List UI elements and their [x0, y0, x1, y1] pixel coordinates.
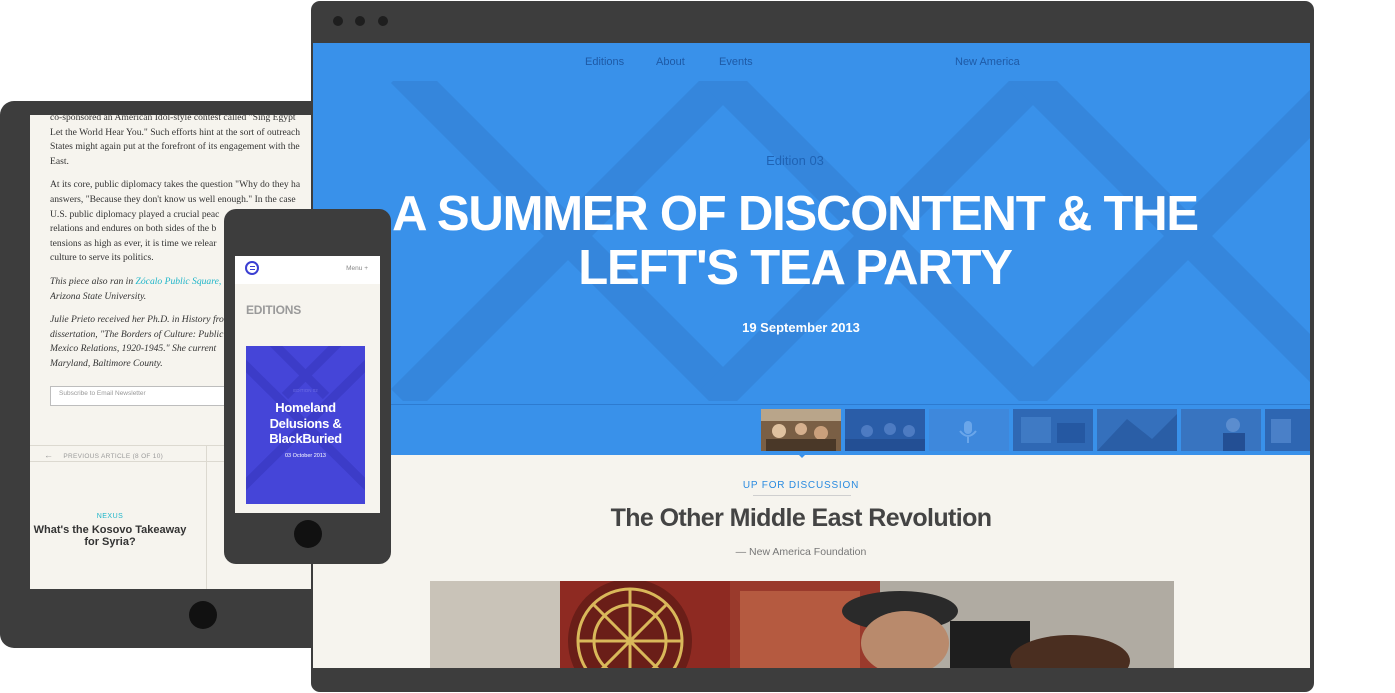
thumbnail[interactable]	[929, 409, 1009, 451]
nav-events[interactable]: Events	[719, 56, 753, 68]
divider	[206, 445, 207, 589]
zocalo-link[interactable]: Zócalo Public Square,	[136, 276, 222, 287]
article-paragraph: co-sponsored an American Idol-style cont…	[50, 115, 301, 167]
article-byline: — New America Foundation	[735, 546, 867, 558]
previous-article-link[interactable]: ← PREVIOUS ARTICLE (8 OF 10)	[44, 450, 163, 460]
arrow-left-icon: ←	[44, 450, 54, 460]
hero-headline: A SUMMER OF DISCONTENT & THE LEFT'S TEA …	[392, 187, 1199, 295]
window-dot	[378, 16, 388, 26]
window-dot	[355, 16, 365, 26]
thumbnail[interactable]	[1181, 409, 1261, 451]
photo-thumbnail	[761, 409, 841, 451]
home-button[interactable]	[294, 520, 322, 548]
card-kicker: EDITION 02	[293, 388, 318, 393]
divider	[753, 495, 851, 496]
article-thumbnail-strip	[313, 404, 1310, 455]
active-thumbnail-pointer	[797, 453, 807, 458]
thumbnail[interactable]	[845, 409, 925, 451]
card-date: 03 October 2013	[285, 453, 326, 459]
thumbnail-active[interactable]	[761, 409, 841, 451]
edition-card[interactable]: EDITION 02 Homeland Delusions & BlackBur…	[246, 346, 365, 504]
nav-new-america[interactable]: New America	[955, 56, 1020, 68]
edition-label: Edition 03	[766, 153, 824, 168]
photo-image	[430, 581, 1174, 668]
photo-thumbnail	[1265, 409, 1310, 451]
thumbnail[interactable]	[1097, 409, 1177, 451]
thumbnail[interactable]	[1265, 409, 1310, 451]
article-title[interactable]: The Other Middle East Revolution	[313, 504, 1289, 533]
related-kicker: NEXUS	[96, 513, 124, 520]
newsletter-input[interactable]: Subscribe to Email Newsletter	[50, 386, 250, 406]
nav-about[interactable]: About	[656, 56, 685, 68]
nav-editions[interactable]: Editions	[585, 56, 624, 68]
mobile-header: Menu +	[235, 256, 380, 284]
phone-screen: Menu + EDITIONS EDITION 02 Homeland Delu…	[235, 256, 380, 513]
hero-banner: Editions About Events New America Editio…	[313, 43, 1310, 454]
card-title: Homeland Delusions & BlackBuried	[269, 400, 342, 446]
article-kicker: UP FOR DISCUSSION	[742, 480, 860, 491]
browser-window: Editions About Events New America Editio…	[311, 1, 1314, 692]
hero-date: 19 September 2013	[742, 320, 860, 335]
related-article-title[interactable]: What's the Kosovo Takeaway for Syria?	[30, 524, 190, 548]
menu-toggle[interactable]: Menu +	[346, 265, 368, 272]
microphone-icon	[929, 409, 1009, 451]
section-title: EDITIONS	[246, 303, 302, 317]
phone-device: Menu + EDITIONS EDITION 02 Homeland Delu…	[224, 209, 391, 564]
photo-thumbnail	[1181, 409, 1261, 451]
article-hero-photo	[430, 581, 1174, 668]
browser-viewport: Editions About Events New America Editio…	[313, 43, 1310, 668]
photo-thumbnail	[845, 409, 925, 451]
photo-thumbnail	[1097, 409, 1177, 451]
photo-thumbnail	[1013, 409, 1093, 451]
home-button[interactable]	[189, 601, 217, 629]
logo-icon[interactable]	[245, 261, 259, 275]
window-dot	[333, 16, 343, 26]
thumbnail[interactable]	[1013, 409, 1093, 451]
